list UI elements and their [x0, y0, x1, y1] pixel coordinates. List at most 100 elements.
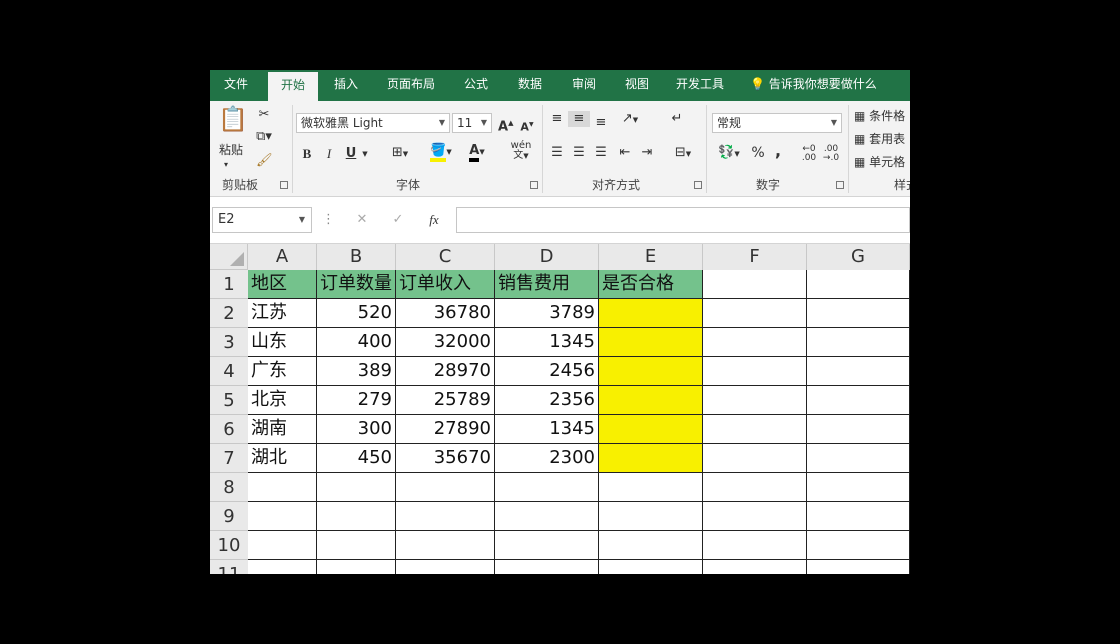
paste-label[interactable]: 粘贴: [219, 141, 243, 158]
formula-input[interactable]: [456, 207, 910, 233]
alignment-launcher-icon[interactable]: [694, 181, 702, 189]
column-header-e[interactable]: E: [599, 244, 703, 270]
qualified-cell[interactable]: [599, 299, 703, 328]
cell[interactable]: [807, 473, 910, 502]
row-header-1[interactable]: 1: [210, 270, 248, 299]
cell[interactable]: [703, 270, 807, 299]
row-header-11[interactable]: 11: [210, 560, 248, 574]
underline-button[interactable]: U: [344, 146, 358, 162]
header-cell[interactable]: 是否合格: [599, 270, 703, 299]
value-cell[interactable]: 32000: [396, 328, 495, 357]
cell[interactable]: [703, 560, 807, 574]
region-cell[interactable]: 北京: [248, 386, 317, 415]
tab-insert[interactable]: 插入: [322, 70, 370, 101]
decrease-font-icon[interactable]: A▼: [520, 117, 534, 136]
align-left-icon[interactable]: ☰: [548, 145, 566, 161]
align-center-icon[interactable]: ☰: [570, 145, 588, 161]
tab-developer[interactable]: 开发工具: [666, 70, 734, 101]
qualified-cell[interactable]: [599, 444, 703, 473]
cell[interactable]: [807, 357, 910, 386]
cell[interactable]: [248, 502, 317, 531]
column-header-g[interactable]: G: [807, 244, 910, 270]
paste-dropdown-arrow-icon[interactable]: ▾: [224, 157, 228, 173]
name-box[interactable]: E2 ▼: [212, 207, 312, 233]
row-header-8[interactable]: 8: [210, 473, 248, 502]
cell[interactable]: [807, 299, 910, 328]
insert-function-icon[interactable]: fx: [426, 212, 442, 228]
underline-dropdown-icon[interactable]: ▼: [360, 146, 370, 162]
header-cell[interactable]: 订单数量: [317, 270, 396, 299]
font-name-combo[interactable]: 微软雅黑 Light ▼: [296, 113, 450, 133]
tab-data[interactable]: 数据: [506, 70, 554, 101]
region-cell[interactable]: 广东: [248, 357, 317, 386]
qualified-cell[interactable]: [599, 328, 703, 357]
cell[interactable]: [703, 502, 807, 531]
value-cell[interactable]: 35670: [396, 444, 495, 473]
column-header-b[interactable]: B: [317, 244, 396, 270]
value-cell[interactable]: 1345: [495, 328, 599, 357]
cell[interactable]: [703, 415, 807, 444]
comma-style-button[interactable]: ,: [772, 143, 784, 159]
column-header-a[interactable]: A: [248, 244, 317, 270]
select-all-corner[interactable]: [210, 244, 248, 270]
enter-icon[interactable]: ✓: [390, 212, 406, 228]
qualified-cell[interactable]: [599, 386, 703, 415]
cell[interactable]: [248, 560, 317, 574]
value-cell[interactable]: 400: [317, 328, 396, 357]
header-cell[interactable]: 地区: [248, 270, 317, 299]
column-header-c[interactable]: C: [396, 244, 495, 270]
value-cell[interactable]: 450: [317, 444, 396, 473]
cell[interactable]: [396, 473, 495, 502]
qualified-cell[interactable]: [599, 415, 703, 444]
row-header-3[interactable]: 3: [210, 328, 248, 357]
font-size-combo[interactable]: 11 ▼: [452, 113, 492, 133]
value-cell[interactable]: 25789: [396, 386, 495, 415]
cell[interactable]: [248, 531, 317, 560]
value-cell[interactable]: 36780: [396, 299, 495, 328]
number-launcher-icon[interactable]: [836, 181, 844, 189]
copy-icon[interactable]: ⧉▾: [254, 129, 274, 145]
increase-decimal-icon[interactable]: ←0.00: [800, 145, 818, 163]
decrease-indent-icon[interactable]: ⇤: [616, 145, 634, 161]
value-cell[interactable]: 279: [317, 386, 396, 415]
cell[interactable]: [599, 531, 703, 560]
header-cell[interactable]: 订单收入: [396, 270, 495, 299]
cell[interactable]: [703, 386, 807, 415]
column-header-d[interactable]: D: [495, 244, 599, 270]
cell[interactable]: [807, 531, 910, 560]
orientation-icon[interactable]: ↗▼: [616, 111, 644, 128]
row-header-6[interactable]: 6: [210, 415, 248, 444]
value-cell[interactable]: 2300: [495, 444, 599, 473]
cell[interactable]: [807, 386, 910, 415]
percent-style-button[interactable]: %: [750, 145, 766, 161]
cell[interactable]: [807, 415, 910, 444]
region-cell[interactable]: 江苏: [248, 299, 317, 328]
clipboard-launcher-icon[interactable]: [280, 181, 288, 189]
number-format-combo[interactable]: 常规 ▼: [712, 113, 842, 133]
value-cell[interactable]: 2356: [495, 386, 599, 415]
format-as-table-button[interactable]: ▦ 套用表: [854, 130, 905, 147]
accounting-format-icon[interactable]: 💱▼: [714, 145, 744, 162]
value-cell[interactable]: 3789: [495, 299, 599, 328]
region-cell[interactable]: 山东: [248, 328, 317, 357]
cell[interactable]: [703, 357, 807, 386]
row-header-9[interactable]: 9: [210, 502, 248, 531]
cell[interactable]: [807, 502, 910, 531]
tab-home[interactable]: 开始: [268, 72, 318, 101]
cell[interactable]: [807, 444, 910, 473]
column-header-f[interactable]: F: [703, 244, 807, 270]
tab-file[interactable]: 文件: [210, 70, 262, 101]
row-header-7[interactable]: 7: [210, 444, 248, 473]
align-right-icon[interactable]: ☰: [592, 145, 610, 161]
cell[interactable]: [495, 531, 599, 560]
align-bottom-icon[interactable]: ≡: [592, 115, 610, 131]
more-options-icon[interactable]: ⋮: [322, 212, 335, 228]
tell-me-box[interactable]: 💡 告诉我你想要做什么: [750, 70, 877, 101]
cell[interactable]: [495, 473, 599, 502]
region-cell[interactable]: 湖南: [248, 415, 317, 444]
qualified-cell[interactable]: [599, 357, 703, 386]
cell[interactable]: [703, 473, 807, 502]
cell[interactable]: [599, 473, 703, 502]
fill-color-icon[interactable]: 🪣▼: [426, 143, 456, 162]
font-launcher-icon[interactable]: [530, 181, 538, 189]
